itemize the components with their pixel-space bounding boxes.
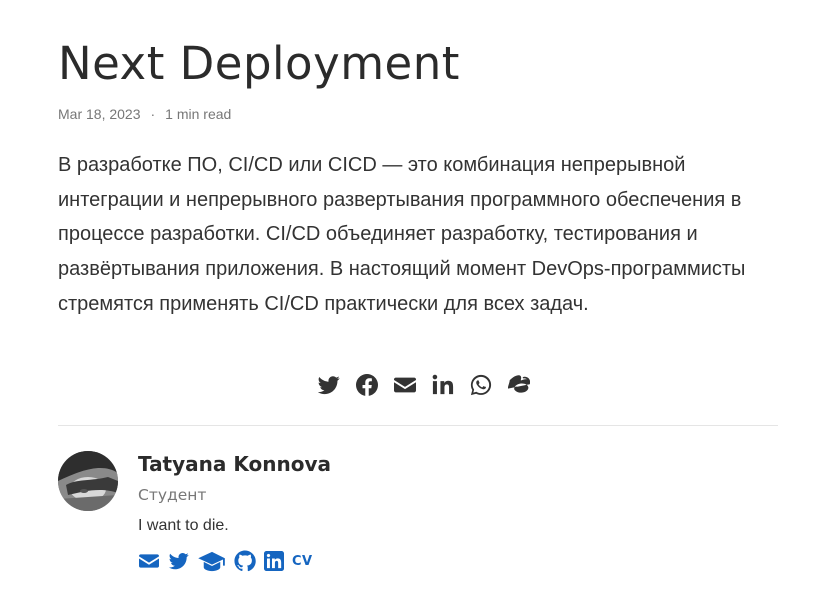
weibo-icon [508,375,530,393]
author-twitter-link[interactable] [168,548,190,574]
avatar[interactable] [58,451,118,511]
share-facebook-button[interactable] [348,370,386,400]
linkedin-icon [432,374,454,395]
author-role: Студент [138,486,207,504]
author-bio: I want to die. [138,517,229,534]
page-title: Next Deployment [58,37,460,90]
avatar-image [58,451,118,511]
envelope-icon [139,554,159,568]
article-summary: В разработке ПО, CI/CD или CICD — это ко… [58,154,746,315]
share-linkedin-button[interactable] [424,370,462,400]
linkedin-icon [264,551,284,571]
divider [58,425,778,426]
meta-separator: · [150,106,156,122]
whatsapp-icon [470,374,492,396]
article-metadata: Mar 18, 2023 · 1 min read [58,106,231,122]
graduation-cap-icon [198,551,225,572]
github-icon [234,550,256,572]
twitter-icon [318,376,340,395]
author-email-link[interactable] [138,548,160,574]
author-github-link[interactable] [234,548,256,574]
twitter-icon [168,553,189,570]
cv-icon: CV [292,553,313,569]
share-whatsapp-button[interactable] [462,370,500,400]
publish-date: Mar 18, 2023 [58,106,141,122]
reading-time: 1 min read [165,106,232,122]
share-links [310,370,538,400]
share-email-button[interactable] [386,370,424,400]
envelope-icon [394,377,416,393]
author-social-links: CV [138,548,313,574]
facebook-icon [356,374,378,396]
share-twitter-button[interactable] [310,370,348,400]
author-name[interactable]: Tatyana Konnova [138,452,331,476]
author-cv-link[interactable]: CV [292,548,313,574]
author-scholar-link[interactable] [198,548,226,574]
share-weibo-button[interactable] [500,370,538,400]
author-linkedin-link[interactable] [264,548,284,574]
